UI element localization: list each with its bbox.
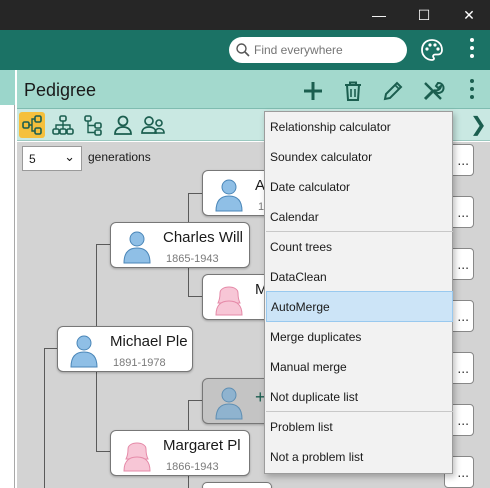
tree-view-icon	[84, 115, 102, 136]
ellipsis-text: ...	[457, 360, 469, 376]
menu-item-soundex-calculator[interactable]: Soundex calculator	[266, 142, 453, 172]
family-icon	[141, 116, 165, 134]
menu-item-manual-merge[interactable]: Manual merge	[266, 352, 453, 382]
tools-icon[interactable]	[421, 79, 445, 103]
person-name: Charles Will	[163, 229, 244, 246]
person-dates: 1891-1978	[113, 357, 166, 369]
menu-item-dataclean[interactable]: DataClean	[266, 262, 453, 292]
app-more-vert-icon[interactable]	[469, 38, 475, 58]
ellipsis-text: ...	[457, 308, 469, 324]
connector-line	[96, 451, 110, 452]
unknown-avatar-icon	[215, 387, 243, 420]
person-card-partial[interactable]	[202, 482, 272, 488]
left-sidebar	[0, 70, 15, 488]
pedigree-view-button[interactable]	[19, 112, 45, 138]
menu-item-date-calculator[interactable]: Date calculator	[266, 172, 453, 202]
person-view-button[interactable]	[110, 112, 136, 138]
generations-select[interactable]: 5 ⌄	[22, 146, 82, 171]
minimize-icon: —	[372, 7, 386, 23]
minimize-button[interactable]: —	[356, 0, 402, 30]
person-card-charles[interactable]: Charles Will 1865-1943	[110, 222, 250, 268]
maximize-button[interactable]: ☐	[401, 0, 447, 30]
add-icon[interactable]	[301, 79, 325, 103]
tree-view-button[interactable]	[81, 112, 107, 138]
connector-line	[188, 296, 202, 297]
female-avatar-icon	[215, 286, 243, 316]
panel-title: Pedigree	[24, 80, 97, 100]
menu-item-merge-duplicates[interactable]: Merge duplicates	[266, 322, 453, 352]
menu-item-not-duplicate-list[interactable]: Not duplicate list	[266, 382, 453, 412]
female-avatar-icon	[123, 442, 151, 472]
connector-line	[44, 348, 45, 488]
connector-line	[188, 193, 202, 194]
menu-item-count-trees[interactable]: Count trees	[266, 232, 453, 262]
pedigree-view-icon	[22, 115, 42, 135]
close-button[interactable]: ✕	[446, 0, 490, 30]
descendants-view-icon	[52, 115, 74, 135]
menu-item-calendar[interactable]: Calendar	[266, 202, 453, 232]
panel-more-vert-icon[interactable]	[469, 79, 475, 99]
tools-menu: Relationship calculator Soundex calculat…	[264, 111, 453, 474]
search-icon	[236, 43, 250, 57]
menu-item-automerge[interactable]: AutoMerge	[266, 291, 453, 322]
descendants-view-button[interactable]	[50, 112, 76, 138]
person-card-margaret[interactable]: Margaret Pl 1866-1943	[110, 430, 250, 476]
family-view-button[interactable]	[140, 112, 166, 138]
close-icon: ✕	[463, 6, 475, 23]
edit-icon[interactable]	[381, 79, 405, 103]
palette-icon[interactable]	[419, 37, 445, 63]
ellipsis-text: ...	[457, 204, 469, 220]
menu-item-not-a-problem-list[interactable]: Not a problem list	[266, 442, 453, 472]
ellipsis-text: ...	[457, 412, 469, 428]
ellipsis-text: ...	[457, 152, 469, 168]
person-name: Margaret Pl	[163, 437, 241, 454]
search-box[interactable]	[229, 37, 407, 63]
delete-icon[interactable]	[341, 79, 365, 103]
ellipsis-text: ...	[457, 464, 469, 480]
connector-line	[96, 244, 110, 245]
person-card-unknown[interactable]: +	[202, 378, 272, 424]
maximize-icon: ☐	[417, 6, 431, 23]
connector-line	[44, 348, 58, 349]
person-dates: 1866-1943	[166, 461, 219, 473]
male-avatar-icon	[123, 231, 151, 264]
chevron-down-icon: ⌄	[64, 149, 75, 164]
connector-line	[188, 400, 202, 401]
male-avatar-icon	[215, 179, 243, 212]
sidebar-header	[0, 70, 15, 105]
generations-value: 5	[29, 151, 36, 166]
next-arrow-icon[interactable]: ❯	[470, 112, 487, 137]
person-dates: 1865-1943	[166, 253, 219, 265]
person-name: Michael Ple	[110, 333, 188, 350]
menu-item-problem-list[interactable]: Problem list	[266, 412, 453, 442]
person-card-m[interactable]: M	[202, 274, 272, 320]
person-icon	[114, 115, 132, 135]
generations-label: generations	[88, 150, 151, 164]
person-card-a[interactable]: A 1	[202, 170, 272, 216]
menu-item-relationship-calculator[interactable]: Relationship calculator	[266, 112, 453, 142]
person-card-michael[interactable]: Michael Ple 1891-1978	[57, 326, 193, 372]
search-input[interactable]	[254, 43, 404, 57]
male-avatar-icon	[70, 335, 98, 368]
ellipsis-text: ...	[457, 256, 469, 272]
